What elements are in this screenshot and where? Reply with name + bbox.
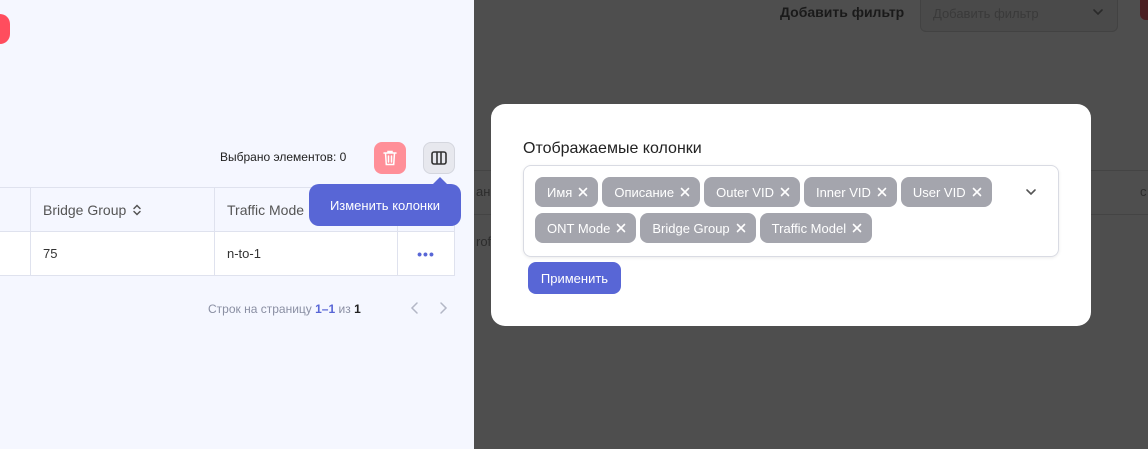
chip-label: User VID	[912, 184, 966, 200]
header-bridge-group[interactable]: Bridge Group	[30, 188, 214, 231]
close-icon[interactable]	[852, 223, 862, 233]
chip-label: Описание	[614, 184, 675, 200]
chip-label: Traffic Model	[771, 220, 847, 236]
selected-count: Выбрано элементов: 0	[220, 150, 347, 164]
table-row[interactable]: 75 n-to-1 •••	[0, 232, 455, 276]
column-chip: ONT Mode	[535, 213, 637, 243]
column-chip: Имя	[535, 177, 599, 207]
add-filter-select[interactable]: Добавить фильтр	[920, 0, 1118, 32]
bg-fragment: c	[1140, 184, 1147, 199]
action-pill[interactable]	[0, 14, 10, 44]
columns-icon	[431, 151, 447, 165]
sort-icon[interactable]	[132, 203, 142, 216]
chevron-down-icon[interactable]	[1024, 185, 1038, 204]
row-actions-button[interactable]: •••	[397, 232, 455, 275]
close-icon[interactable]	[736, 223, 746, 233]
apply-button[interactable]: Применить	[528, 262, 621, 294]
column-chip: Traffic Model	[759, 213, 873, 243]
prev-page-button[interactable]	[408, 299, 422, 322]
add-filter-label: Добавить фильтр	[780, 4, 905, 20]
column-chip: User VID	[900, 177, 992, 207]
change-columns-tooltip: Изменить колонки	[309, 177, 461, 226]
column-chip: Inner VID	[803, 177, 897, 207]
modal-title: Отображаемые колонки	[523, 140, 702, 157]
trash-icon	[383, 150, 397, 166]
close-icon[interactable]	[578, 187, 588, 197]
close-icon[interactable]	[877, 187, 887, 197]
cell-bridge-group: 75	[30, 232, 214, 275]
next-page-button[interactable]	[436, 299, 450, 322]
chevron-down-icon	[1091, 5, 1105, 24]
column-chip: Outer VID	[704, 177, 800, 207]
delete-button[interactable]	[374, 142, 406, 174]
close-icon[interactable]	[972, 187, 982, 197]
chevron-right-icon	[440, 302, 448, 314]
close-icon[interactable]	[616, 223, 626, 233]
close-icon[interactable]	[680, 187, 690, 197]
columns-button[interactable]	[423, 142, 455, 174]
column-chip: Описание	[602, 177, 701, 207]
columns-modal: Отображаемые колонки Имя Описание Outer VI…	[491, 104, 1091, 326]
chip-label: Имя	[547, 184, 573, 200]
action-pill[interactable]	[1140, 0, 1148, 20]
table-pane: Выбрано элементов: 0 Bridge Group Traffi…	[0, 0, 474, 449]
columns-multiselect[interactable]: Имя Описание Outer VID Inner VID User VID ONT…	[523, 165, 1059, 257]
chip-label: ONT Mode	[547, 220, 611, 236]
cell-traffic-model: n-to-1	[214, 232, 398, 275]
chip-label: Bridge Group	[652, 220, 730, 236]
bg-fragment: ан	[476, 184, 491, 199]
pagination-info: Строк на страницу 1–1 из 1	[208, 302, 361, 316]
bg-fragment: rof	[476, 234, 492, 249]
close-icon[interactable]	[780, 187, 790, 197]
chip-label: Outer VID	[716, 184, 774, 200]
column-chip: Bridge Group	[640, 213, 756, 243]
chip-list: Имя Описание Outer VID Inner VID User VID ONT…	[535, 177, 1015, 243]
more-icon: •••	[417, 245, 435, 262]
chevron-left-icon	[410, 302, 418, 314]
chip-label: Inner VID	[815, 184, 871, 200]
